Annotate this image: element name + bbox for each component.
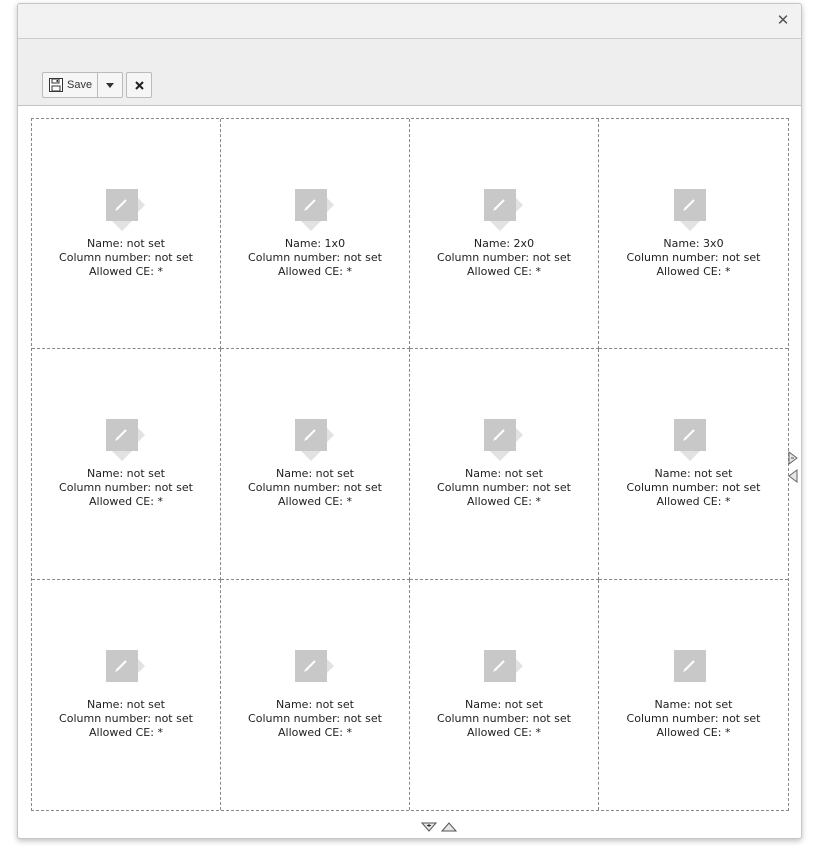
add-column-arrow-icon[interactable] (788, 451, 798, 465)
cell-name: Name: 1x0 (284, 236, 346, 250)
grid-cell[interactable]: Name: 1x0 Column number: not set Allowed… (221, 119, 410, 350)
row-controls (421, 822, 461, 834)
grid-cell[interactable]: Name: not set Column number: not set All… (221, 349, 410, 580)
grid-cell[interactable]: Name: 2x0 Column number: not set Allowed… (410, 119, 599, 350)
cell-column-number: Column number: not set (437, 250, 571, 264)
edit-cell-icon[interactable] (480, 649, 528, 698)
edit-cell-icon[interactable] (291, 418, 339, 467)
cell-column-number: Column number: not set (248, 711, 382, 725)
cell-name: Name: 3x0 (663, 236, 724, 250)
save-button-label: Save (67, 79, 93, 91)
grid-cell[interactable]: Name: not set Column number: not set All… (410, 349, 599, 580)
edit-cell-icon[interactable] (480, 188, 528, 237)
cell-name: Name: not set (276, 466, 354, 480)
cell-column-number: Column number: not set (626, 480, 761, 494)
cell-allowed-ce: Allowed CE: * (656, 264, 731, 278)
cell-name: Name: not set (465, 697, 543, 711)
cell-name: Name: not set (465, 466, 543, 480)
cell-allowed-ce: Allowed CE: * (278, 494, 352, 508)
edit-cell-icon[interactable] (102, 649, 150, 698)
doc-header-toolbar: Save (18, 39, 801, 106)
save-options-dropdown[interactable] (97, 73, 122, 97)
cell-column-number: Column number: not set (59, 250, 193, 264)
cell-name: Name: not set (87, 466, 165, 480)
add-row-arrow-icon[interactable] (421, 822, 437, 832)
edit-cell-icon[interactable] (102, 418, 150, 467)
grid-cell[interactable]: Name: not set Column number: not set All… (32, 349, 221, 580)
save-disk-icon (49, 78, 63, 92)
cell-name: Name: not set (87, 697, 165, 711)
cell-allowed-ce: Allowed CE: * (467, 264, 541, 278)
save-button-group: Save (42, 72, 124, 98)
cell-allowed-ce: Allowed CE: * (467, 725, 541, 739)
edit-cell-icon[interactable] (670, 418, 718, 467)
close-button[interactable] (126, 72, 152, 98)
grid-cell[interactable]: Name: 3x0 Column number: not set Allowed… (599, 119, 788, 350)
remove-column-arrow-icon[interactable] (788, 469, 798, 483)
cell-column-number: Column number: not set (626, 250, 761, 264)
cell-name: Name: not set (654, 697, 733, 711)
remove-row-arrow-icon[interactable] (441, 822, 457, 832)
cell-name: Name: not set (276, 697, 354, 711)
grid-cell[interactable]: Name: not set Column number: not set All… (599, 349, 788, 580)
cell-allowed-ce: Allowed CE: * (278, 264, 352, 278)
cell-allowed-ce: Allowed CE: * (278, 725, 352, 739)
edit-cell-icon[interactable] (291, 649, 339, 698)
cell-allowed-ce: Allowed CE: * (89, 264, 163, 278)
column-controls (788, 451, 798, 485)
edit-cell-icon[interactable] (291, 188, 339, 237)
cell-column-number: Column number: not set (248, 250, 382, 264)
modal-titlebar: ✕ (18, 4, 801, 39)
cell-name: Name: not set (654, 466, 733, 480)
cell-column-number: Column number: not set (59, 480, 193, 494)
cell-column-number: Column number: not set (437, 711, 571, 725)
edit-cell-icon[interactable] (102, 188, 150, 237)
cell-allowed-ce: Allowed CE: * (467, 494, 541, 508)
grid-layout: Name: not set Column number: not set All… (31, 118, 789, 811)
edit-cell-icon[interactable] (670, 649, 718, 698)
grid-cell[interactable]: Name: not set Column number: not set All… (410, 579, 599, 810)
cell-allowed-ce: Allowed CE: * (89, 725, 163, 739)
cell-column-number: Column number: not set (437, 480, 571, 494)
cell-allowed-ce: Allowed CE: * (89, 494, 163, 508)
grid-cell[interactable]: Name: not set Column number: not set All… (32, 119, 221, 350)
cell-column-number: Column number: not set (626, 711, 761, 725)
close-icon (134, 80, 144, 90)
cell-allowed-ce: Allowed CE: * (656, 494, 731, 508)
caret-down-icon (106, 82, 115, 88)
grid-wizard-modal: ✕ Save Name: not set Column number: not … (17, 3, 802, 839)
cell-name: Name: 2x0 (473, 236, 535, 250)
cell-allowed-ce: Allowed CE: * (656, 725, 731, 739)
close-modal-icon[interactable]: ✕ (776, 13, 790, 28)
edit-cell-icon[interactable] (670, 188, 718, 237)
grid-cell[interactable]: Name: not set Column number: not set All… (599, 580, 788, 810)
edit-cell-icon[interactable] (480, 418, 528, 467)
grid-cell[interactable]: Name: not set Column number: not set All… (221, 579, 410, 810)
grid-cell[interactable]: Name: not set Column number: not set All… (32, 579, 221, 810)
save-button[interactable]: Save (43, 73, 97, 97)
cell-column-number: Column number: not set (248, 480, 382, 494)
cell-column-number: Column number: not set (59, 711, 193, 725)
cell-name: Name: not set (87, 236, 165, 250)
